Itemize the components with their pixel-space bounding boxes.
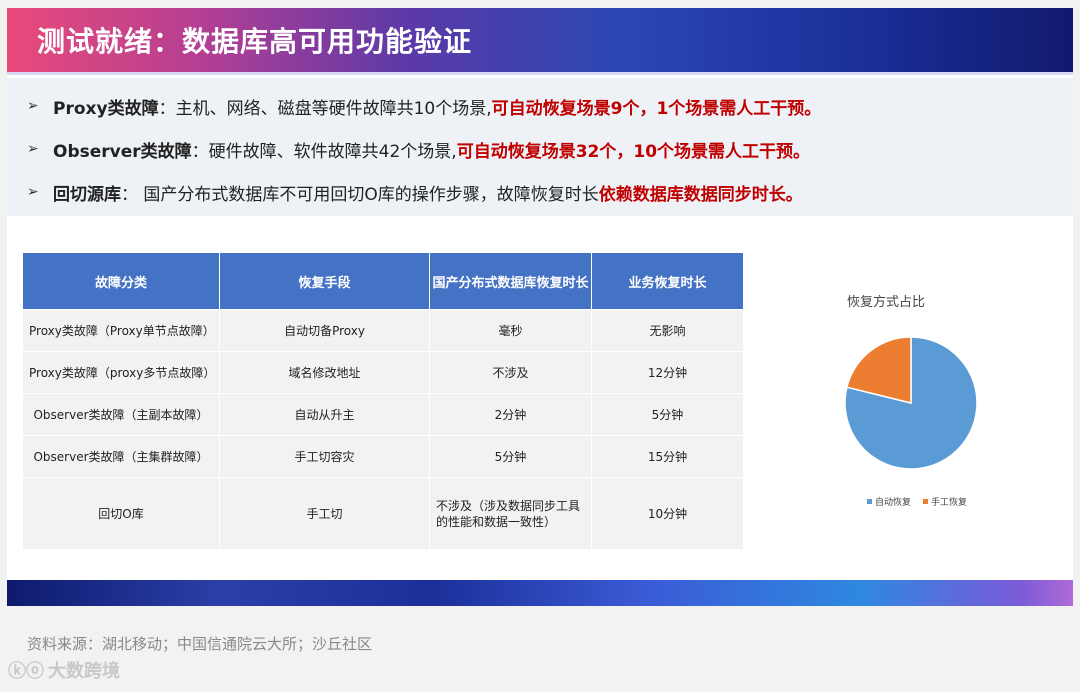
legend-swatch <box>923 499 929 504</box>
watermark-logo: ⓚⓞ 大数跨境 <box>8 657 120 683</box>
bullet-head: 回切源库 <box>53 184 121 205</box>
column-header: 故障分类 <box>22 252 220 310</box>
bullet-head: Observer类故障 <box>53 141 192 162</box>
bullet-panel: ➢ Proxy类故障 ：主机、网络、磁盘等硬件故障共10个场景, 可自动恢复场景… <box>7 78 1073 216</box>
legend-label: 手工恢复 <box>931 498 968 508</box>
legend-label: 自动恢复 <box>875 498 912 508</box>
column-header: 业务恢复时长 <box>591 252 744 310</box>
header-banner: 测试就绪：数据库高可用功能验证 <box>7 8 1073 72</box>
table-cell: 无影响 <box>591 309 744 352</box>
bullet-highlight: 依赖数据库数据同步时长。 <box>598 184 803 205</box>
table-cell: Observer类故障（主副本故障） <box>22 393 220 436</box>
bullet-highlight: 可自动恢复场景32个，10个场景需人工干预。 <box>456 141 811 162</box>
page-title: 测试就绪：数据库高可用功能验证 <box>37 25 473 58</box>
table-row: Proxy类故障（proxy多节点故障） 域名修改地址 不涉及 12分钟 <box>22 351 744 394</box>
bullet-text: ： 国产分布式数据库不可用回切O库的操作步骤，故障恢复时长 <box>121 184 599 205</box>
arrow-bullet-icon: ➢ <box>27 98 39 114</box>
table-row: Observer类故障（主副本故障） 自动从升主 2分钟 5分钟 <box>22 393 744 436</box>
table-cell: 10分钟 <box>591 477 744 550</box>
table-row: Observer类故障（主集群故障） 手工切容灾 5分钟 15分钟 <box>22 435 744 478</box>
table-cell: 回切O库 <box>22 477 220 550</box>
legend-item-manual: 手工恢复 <box>923 495 967 508</box>
column-header: 国产分布式数据库恢复时长 <box>429 252 592 310</box>
bullet-item: ➢ 回切源库 ： 国产分布式数据库不可用回切O库的操作步骤，故障恢复时长 依赖数… <box>27 177 803 207</box>
legend-item-auto: 自动恢复 <box>867 495 911 508</box>
table-cell: 不涉及（涉及数据同步工具的性能和数据一致性） <box>429 477 592 550</box>
source-note: 资料来源：湖北移动；中国信通院云大所；沙丘社区 <box>27 635 373 653</box>
bullet-text: ：硬件故障、软件故障共42个场景, <box>191 141 457 162</box>
bullet-text: ：主机、网络、磁盘等硬件故障共10个场景, <box>158 98 492 119</box>
logo-text: 大数跨境 <box>48 661 120 682</box>
slide: 测试就绪：数据库高可用功能验证 ➢ Proxy类故障 ：主机、网络、磁盘等硬件故… <box>7 8 1073 606</box>
recovery-table: 故障分类 恢复手段 国产分布式数据库恢复时长 业务恢复时长 Proxy类故障（P… <box>22 252 744 550</box>
bullet-head: Proxy类故障 <box>53 98 159 119</box>
arrow-bullet-icon: ➢ <box>27 141 39 157</box>
table-cell: Proxy类故障（proxy多节点故障） <box>22 351 220 394</box>
table-cell: 15分钟 <box>591 435 744 478</box>
table-row: Proxy类故障（Proxy单节点故障） 自动切备Proxy 毫秒 无影响 <box>22 309 744 352</box>
table-cell: 域名修改地址 <box>219 351 430 394</box>
table-cell: 5分钟 <box>429 435 592 478</box>
bullet-item: ➢ Proxy类故障 ：主机、网络、磁盘等硬件故障共10个场景, 可自动恢复场景… <box>27 91 821 121</box>
pie-chart-title: 恢复方式占比 <box>847 295 926 310</box>
pie-chart <box>844 336 978 470</box>
table-header-row: 故障分类 恢复手段 国产分布式数据库恢复时长 业务恢复时长 <box>22 252 744 310</box>
column-header: 恢复手段 <box>219 252 430 310</box>
table-cell: 2分钟 <box>429 393 592 436</box>
legend-swatch <box>867 499 872 504</box>
table-cell: 自动切备Proxy <box>219 309 430 352</box>
table-cell: 手工切容灾 <box>219 435 430 478</box>
table-cell: Observer类故障（主集群故障） <box>22 435 220 478</box>
arrow-bullet-icon: ➢ <box>27 184 39 200</box>
table-cell: 自动从升主 <box>219 393 430 436</box>
table-row: 回切O库 手工切 不涉及（涉及数据同步工具的性能和数据一致性） 10分钟 <box>22 477 744 550</box>
logo-icon: ⓚⓞ <box>8 661 44 682</box>
bullet-highlight: 可自动恢复场景9个，1个场景需人工干预。 <box>491 98 822 119</box>
header-divider <box>7 72 1073 75</box>
table-cell: Proxy类故障（Proxy单节点故障） <box>22 309 220 352</box>
bullet-item: ➢ Observer类故障 ：硬件故障、软件故障共42个场景, 可自动恢复场景3… <box>27 134 810 164</box>
table-cell: 手工切 <box>219 477 430 550</box>
footer-banner <box>7 580 1073 606</box>
table-cell: 5分钟 <box>591 393 744 436</box>
table-cell: 毫秒 <box>429 309 592 352</box>
pie-legend: 自动恢复 手工恢复 <box>867 495 967 508</box>
table-cell: 12分钟 <box>591 351 744 394</box>
table-cell: 不涉及 <box>429 351 592 394</box>
